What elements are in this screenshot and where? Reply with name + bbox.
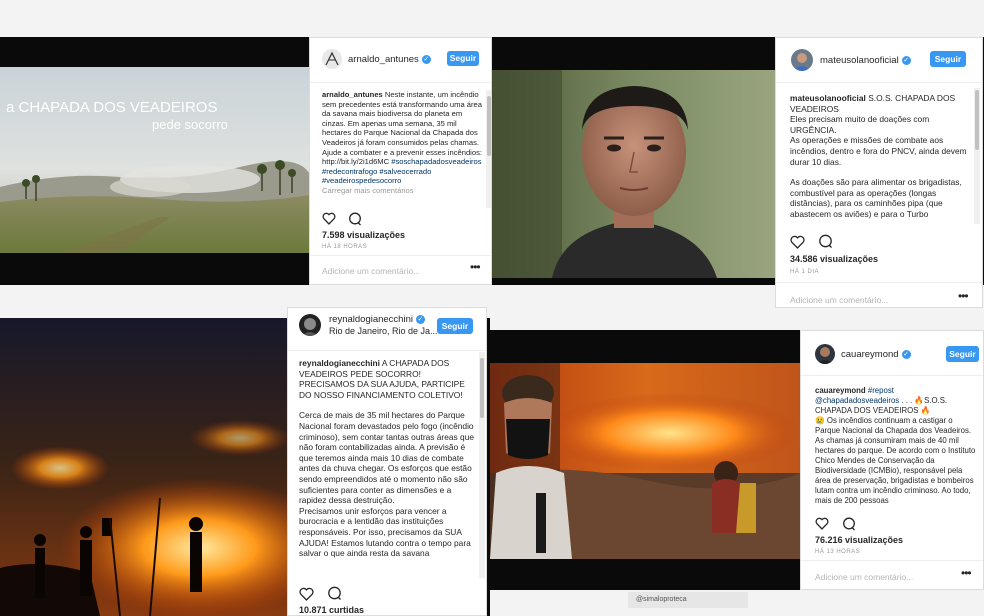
post-location[interactable]: Rio de Janeiro, Rio de Ja... [329, 326, 438, 336]
partial-post-fragment: @simaloproteca [628, 592, 748, 608]
avatar[interactable] [322, 49, 342, 69]
comment-bubble-icon[interactable] [348, 212, 362, 226]
caption-username[interactable]: arnaldo_antunes [322, 90, 383, 99]
like-heart-icon[interactable] [815, 517, 829, 531]
caption-line: As operações e missões de combate aos in… [790, 135, 967, 167]
views-count[interactable]: 7.598 visualizações [322, 230, 405, 240]
verified-badge-icon: ✓ [901, 349, 911, 359]
mateus-selfie-video[interactable] [492, 70, 776, 278]
post-header: mateusolanooficial ✓ Seguir [776, 38, 982, 83]
more-options-icon[interactable]: ••• [958, 289, 969, 303]
username[interactable]: mateusolanooficial ✓ [820, 55, 911, 66]
post-panel-reynaldo: reynaldogianecchini ✓ Rio de Janeiro, Rio… [287, 307, 487, 616]
username[interactable]: reynaldogianecchini ✓ [329, 314, 425, 325]
post-time[interactable]: HÁ 1 DIA [790, 269, 819, 275]
avatar[interactable] [299, 314, 321, 336]
verified-badge-icon: ✓ [421, 54, 431, 64]
follow-button[interactable]: Seguir [946, 346, 979, 362]
username[interactable]: cauareymond ✓ [841, 349, 911, 360]
post-caption: arnaldo_antunes Neste instante, um incên… [322, 90, 482, 228]
caption-scrollbar[interactable] [479, 352, 485, 578]
caption-text: 😢 Os incêndios continuam a castigar o Pa… [815, 416, 976, 505]
post-header: cauareymond ✓ Seguir [801, 331, 983, 376]
action-icons [299, 585, 342, 603]
more-options-icon[interactable]: ••• [470, 260, 481, 274]
verified-badge-icon: ✓ [415, 314, 425, 324]
post-header: reynaldogianecchini ✓ Rio de Janeiro, Rio… [288, 308, 486, 351]
like-heart-icon[interactable] [299, 587, 314, 601]
more-options-icon[interactable]: ••• [961, 566, 972, 580]
chapada-landscape-image[interactable] [0, 67, 310, 253]
post-panel-arnaldo: arnaldo_antunes ✓ Seguir arnaldo_antunes … [309, 37, 492, 285]
post-panel-caua: cauareymond ✓ Seguir cauareymond #repost … [800, 330, 984, 590]
comment-bubble-icon[interactable] [327, 586, 342, 601]
like-heart-icon[interactable] [790, 235, 805, 249]
follow-button[interactable]: Seguir [930, 51, 966, 67]
caption-username[interactable]: cauareymond [815, 386, 866, 395]
comment-bubble-icon[interactable] [818, 234, 833, 249]
comment-input[interactable]: Adicione um comentário... [790, 295, 888, 305]
avatar[interactable] [815, 344, 835, 364]
follow-button[interactable]: Seguir [447, 51, 479, 66]
comment-box: Adicione um comentário... ••• [801, 560, 983, 589]
caption-line: Cerca de mais de 35 mil hectares do Parq… [299, 410, 475, 506]
video-title-line1: a CHAPADA DOS VEADEIROS [6, 99, 218, 116]
avatar[interactable] [791, 49, 813, 71]
views-count[interactable]: 34.586 visualizações [790, 254, 878, 264]
like-heart-icon[interactable] [322, 212, 336, 226]
likes-count[interactable]: 10.871 curtidas [299, 605, 364, 615]
post-panel-mateus: mateusolanooficial ✓ Seguir mateusolanoof… [775, 37, 983, 308]
post-time[interactable]: HÁ 18 HORAS [322, 244, 367, 250]
comment-input[interactable]: Adicione um comentário... [322, 266, 420, 276]
caption-username[interactable]: reynaldogianecchini [299, 358, 380, 368]
post-caption: reynaldogianecchini A CHAPADA DOS VEADEI… [299, 358, 479, 578]
firefighters-video[interactable] [490, 363, 801, 559]
post-time[interactable]: HÁ 13 HORAS [815, 549, 860, 555]
verified-badge-icon: ✓ [901, 55, 911, 65]
post-caption: mateusolanooficial S.O.S. CHAPADA DOS VE… [790, 93, 972, 226]
action-icons [790, 233, 833, 251]
repost-tag[interactable]: #repost [868, 386, 894, 395]
follow-button[interactable]: Seguir [437, 318, 473, 334]
comment-bubble-icon[interactable] [842, 517, 856, 531]
views-count[interactable]: 76.216 visualizações [815, 535, 903, 545]
comment-box: Adicione um comentário... ••• [310, 255, 491, 284]
caption-line: Precisamos unir esforços para vencer a b… [299, 505, 471, 559]
comment-box: Adicione um comentário... ••• [776, 282, 982, 307]
action-icons [815, 515, 856, 533]
username[interactable]: arnaldo_antunes ✓ [348, 54, 431, 65]
action-icons [322, 210, 362, 228]
load-more-comments[interactable]: Carregar mais comentários [322, 186, 482, 196]
caption-line: As doações são para alimentar os brigadi… [790, 177, 962, 219]
post-caption: cauareymond #repost @chapadadosveadeiros… [815, 386, 977, 510]
caption-scrollbar[interactable] [974, 88, 980, 224]
mention-link[interactable]: @chapadadosveadeiros [815, 396, 899, 405]
night-fire-image[interactable] [0, 318, 288, 616]
caption-text: Neste instante, um incêndio sem preceden… [322, 90, 482, 167]
caption-line: Eles precisam muito de doações com URGÊN… [790, 114, 930, 135]
caption-username[interactable]: mateusolanooficial [790, 93, 866, 103]
comment-input[interactable]: Adicione um comentário... [815, 572, 913, 582]
post-header: arnaldo_antunes ✓ Seguir [310, 38, 491, 83]
video-title-line2: pede socorro [152, 117, 228, 132]
